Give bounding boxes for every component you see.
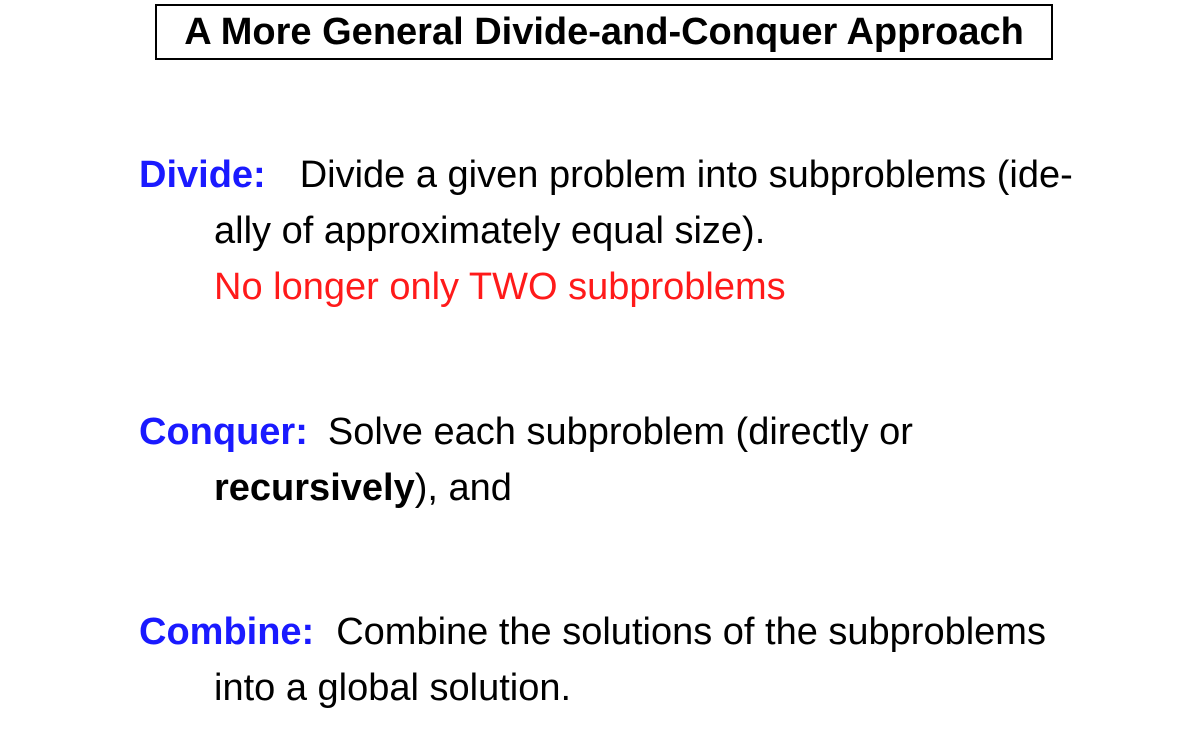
combine-text-1: Combine the solutions of the subproblems xyxy=(336,611,1046,653)
divide-text-2: ally of approximately equal size). xyxy=(214,210,766,252)
conquer-line-1: Conquer: Solve each subproblem (directly … xyxy=(139,404,913,460)
conquer-line-2: recursively), and xyxy=(214,460,512,516)
divide-note: No longer only TWO subproblems xyxy=(214,266,786,308)
conquer-emphasis: recursively xyxy=(214,467,415,509)
conquer-term: Conquer: xyxy=(139,411,308,453)
divide-text-1: Divide a given problem into subproblems … xyxy=(299,154,1073,196)
conquer-text-1: Solve each subproblem (directly or xyxy=(327,411,913,453)
divide-term: Divide: xyxy=(139,154,266,196)
divide-note-line: No longer only TWO subproblems xyxy=(214,259,786,315)
divide-line-2: ally of approximately equal size). xyxy=(214,203,765,259)
combine-term: Combine: xyxy=(139,611,315,653)
combine-text-2: into a global solution. xyxy=(214,667,572,709)
title-box: A More General Divide-and-Conquer Approa… xyxy=(155,4,1053,60)
combine-line-2: into a global solution. xyxy=(214,660,571,716)
combine-line-1: Combine: Combine the solutions of the sub… xyxy=(139,604,1046,660)
divide-line-1: Divide: Divide a given problem into subpr… xyxy=(139,147,1073,203)
conquer-text-2: ), and xyxy=(414,467,512,509)
slide-title: A More General Divide-and-Conquer Approa… xyxy=(184,10,1024,53)
